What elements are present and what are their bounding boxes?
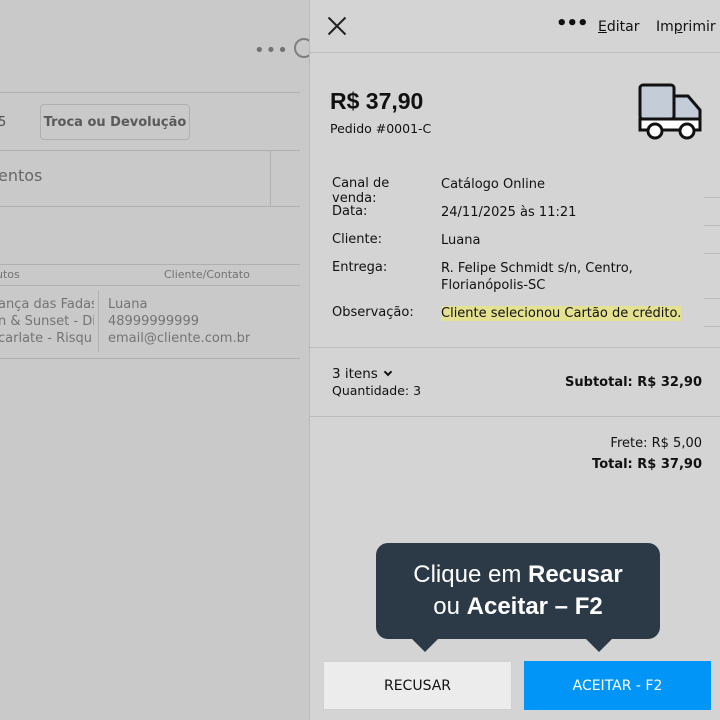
order-details: Canal de venda: Catálogo Online Data: 24… (332, 173, 712, 330)
print-mnemonic: p (673, 19, 683, 35)
print-label-head: Im (656, 19, 674, 35)
detail-value-note: Cliente selecionou Cartão de crédito. (441, 305, 711, 322)
detail-value: 24/11/2025 às 11:21 (441, 205, 577, 220)
detail-row-date: Data: 24/11/2025 às 11:21 (332, 201, 712, 229)
note-highlight: Cliente selecionou Cartão de crédito. (441, 306, 682, 321)
divider (704, 298, 720, 299)
print-label-tail: rimir (682, 19, 716, 35)
order-panel: ••• Editar Imprimir R$ 37,90 Pedido #000… (309, 0, 720, 720)
detail-label: Observação: (332, 305, 414, 320)
order-subtotal: Subtotal: R$ 32,90 (565, 375, 702, 390)
divider (310, 347, 720, 348)
detail-label: Entrega: (332, 260, 388, 275)
divider (704, 225, 720, 226)
divider (704, 326, 720, 327)
detail-row-delivery: Entrega: R. Felipe Schmidt s/n, Centro, … (332, 257, 712, 302)
order-grand-total: Total: R$ 37,90 (592, 457, 702, 472)
chevron-down-icon (383, 367, 393, 377)
divider (310, 416, 720, 417)
detail-value: Luana (441, 233, 481, 248)
items-toggle[interactable]: 3 itens (332, 366, 393, 382)
accept-button[interactable]: ACEITAR - F2 (524, 661, 711, 710)
tooltip-arrow-left (411, 638, 439, 652)
action-tooltip: Clique em Recusar ou Aceitar – F2 (376, 543, 660, 639)
detail-value: R. Felipe Schmidt s/n, Centro, Florianóp… (441, 261, 633, 293)
detail-label: Data: (332, 204, 368, 219)
tooltip-text: Clique em (413, 561, 528, 588)
order-shipping: Frete: R$ 5,00 (610, 436, 702, 451)
edit-mnemonic: E (598, 19, 607, 35)
reject-button[interactable]: RECUSAR (323, 661, 512, 710)
items-count: 3 itens (332, 366, 378, 382)
divider (704, 253, 720, 254)
divider (704, 197, 720, 198)
panel-toolbar: ••• Editar Imprimir (310, 0, 720, 53)
tooltip-text: ou (433, 593, 467, 620)
tooltip-line-2: ou Aceitar – F2 (376, 591, 660, 623)
items-quantity: Quantidade: 3 (332, 383, 422, 398)
print-button[interactable]: Imprimir (656, 19, 716, 35)
order-total: R$ 37,90 (330, 88, 424, 114)
tooltip-bold: Recusar (527, 561, 623, 588)
tooltip-line-1: Clique em Recusar (376, 559, 660, 591)
tooltip-bold: Aceitar – F2 (466, 593, 603, 620)
order-number: Pedido #0001-C (330, 121, 432, 136)
detail-row-channel: Canal de venda: Catálogo Online (332, 173, 712, 206)
delivery-truck-icon (638, 83, 702, 140)
detail-row-customer: Cliente: Luana (332, 229, 712, 257)
close-icon[interactable] (327, 16, 347, 36)
detail-row-note: Observação: Cliente selecionou Cartão de… (332, 302, 712, 330)
detail-value: Catálogo Online (441, 177, 545, 192)
detail-label: Cliente: (332, 232, 383, 247)
edit-button[interactable]: Editar (598, 19, 639, 35)
tooltip-arrow-right (585, 638, 613, 652)
more-horizontal-icon[interactable]: ••• (556, 13, 589, 34)
edit-label-rest: ditar (606, 19, 640, 35)
